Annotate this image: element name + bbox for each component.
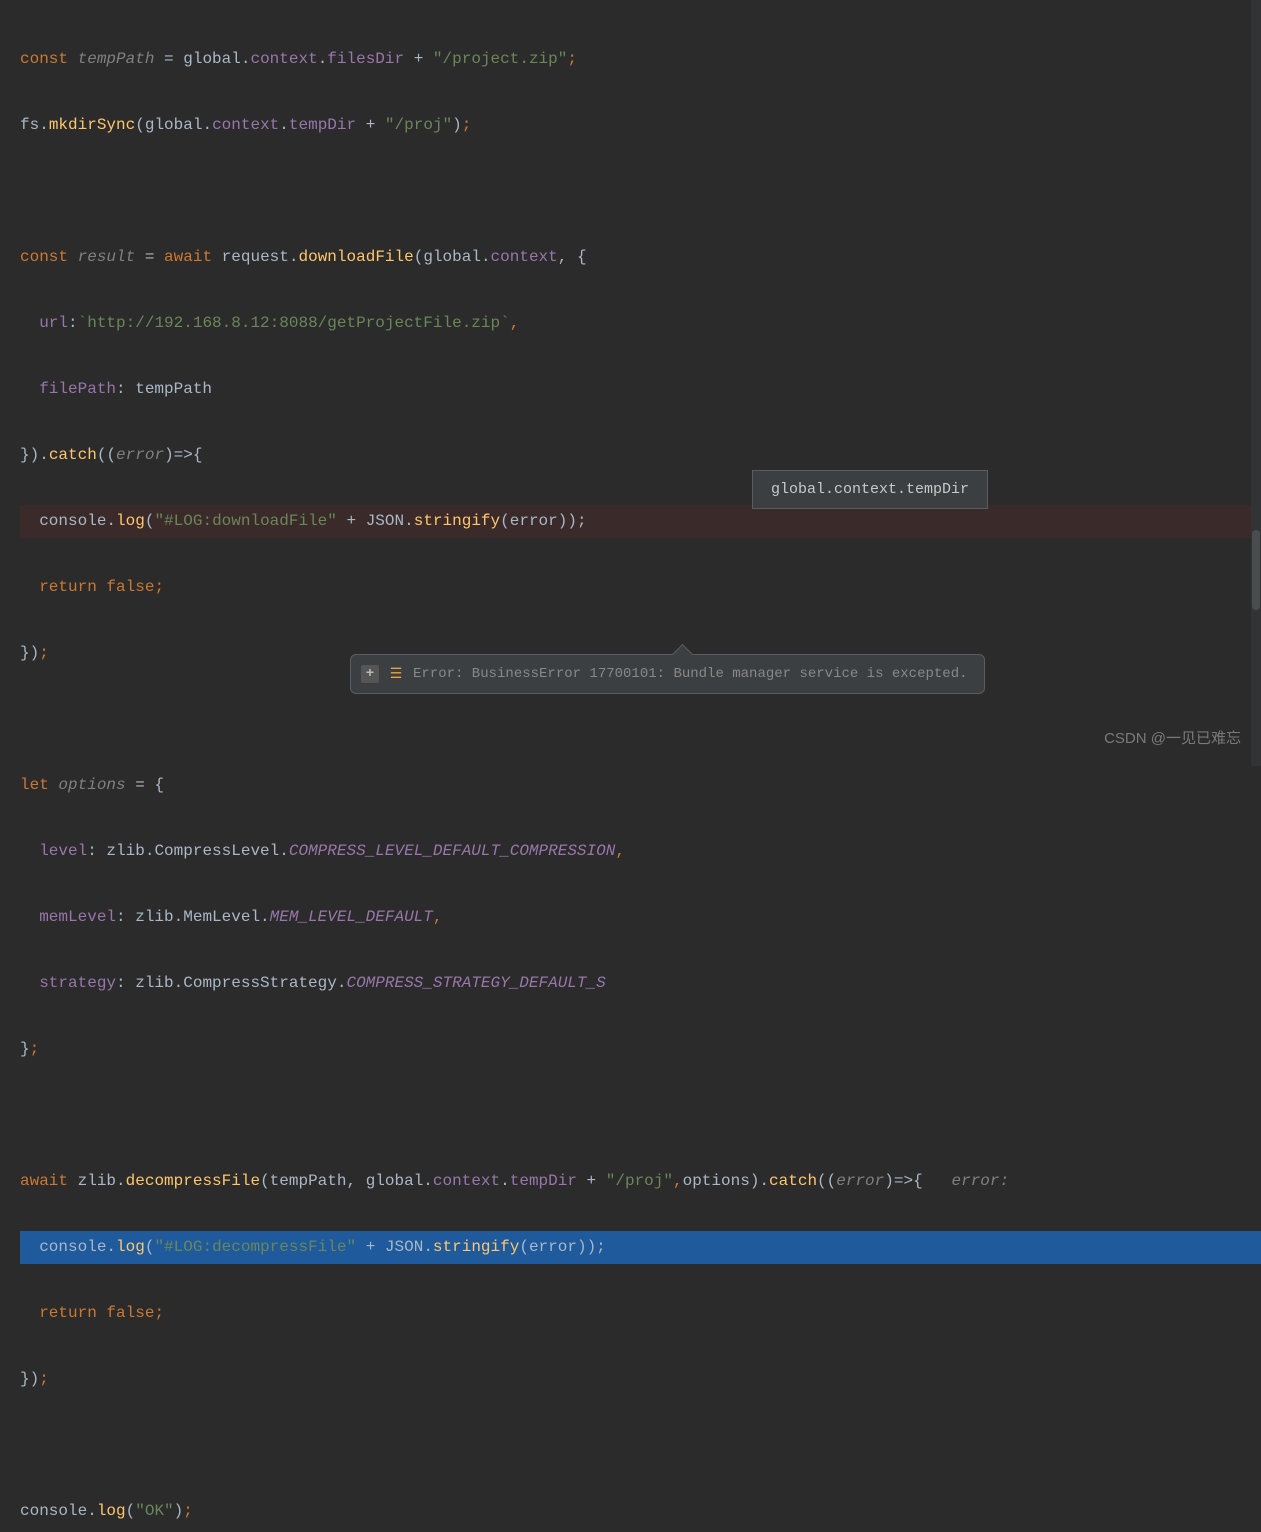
code-line[interactable]: memLevel: zlib.MemLevel.MEM_LEVEL_DEFAUL… [20,901,1261,934]
code-line-error-highlight[interactable]: console.log("#LOG:downloadFile" + JSON.s… [20,505,1261,538]
plus-icon[interactable]: + [361,665,379,683]
parameter: error [836,1172,884,1190]
error-tooltip[interactable]: + ☰ Error: BusinessError 17700101: Bundl… [350,654,985,694]
watermark: CSDN @一见已难忘 [1104,727,1241,748]
constant: COMPRESS_LEVEL_DEFAULT_COMPRESSION [289,842,615,860]
inlay-hint: error: [923,1172,1009,1190]
property: context [212,116,279,134]
property: filesDir [327,50,404,68]
parameter: error [116,446,164,464]
code-line[interactable]: return false; [20,1297,1261,1330]
code-editor[interactable]: const tempPath = global.context.filesDir… [0,0,1261,1532]
code-line[interactable]: }; [20,1033,1261,1066]
function: decompressFile [126,1172,260,1190]
identifier: fs [20,116,39,134]
string: "/project.zip" [433,50,567,68]
code-line[interactable]: return false; [20,571,1261,604]
keyword: return [39,578,97,596]
function: log [97,1502,126,1520]
keyword: await [20,1172,68,1190]
function: downloadFile [299,248,414,266]
function: mkdirSync [49,116,135,134]
code-line[interactable]: const result = await request.downloadFil… [20,241,1261,274]
property: memLevel [39,908,116,926]
string: "OK" [135,1502,173,1520]
scrollbar-track[interactable] [1251,0,1261,766]
code-line-empty[interactable] [20,703,1261,736]
property: context [250,50,317,68]
constant: COMPRESS_STRATEGY_DEFAULT_S [346,974,605,992]
keyword: const [20,50,68,68]
property: filePath [39,380,116,398]
code-line[interactable]: const tempPath = global.context.filesDir… [20,43,1261,76]
variable-def: result [78,248,136,266]
code-line-selection[interactable]: console.log("#LOG:decompressFile" + JSON… [20,1231,1261,1264]
code-line[interactable]: strategy: zlib.CompressStrategy.COMPRESS… [20,967,1261,1000]
string: "#LOG:decompressFile" [154,1238,356,1256]
variable-def: tempPath [78,50,155,68]
code-line[interactable]: url:`http://192.168.8.12:8088/getProject… [20,307,1261,340]
code-line[interactable]: level: zlib.CompressLevel.COMPRESS_LEVEL… [20,835,1261,868]
function: catch [49,446,97,464]
code-line[interactable]: await zlib.decompressFile(tempPath, glob… [20,1165,1261,1198]
tooltip-text: global.context.tempDir [771,481,969,498]
code-line[interactable]: }).catch((error)=>{ [20,439,1261,472]
property: tempDir [289,116,356,134]
identifier: global [183,50,241,68]
property: level [39,842,87,860]
string: "/proj" [385,116,452,134]
function: log [116,1238,145,1256]
scrollbar-thumb[interactable] [1252,530,1260,610]
keyword: return [39,1304,97,1322]
keyword: false [106,1304,154,1322]
error-tooltip-text: Error: BusinessError 17700101: Bundle ma… [413,666,968,682]
keyword: const [20,248,68,266]
constant: MEM_LEVEL_DEFAULT [270,908,433,926]
code-line[interactable]: fs.mkdirSync(global.context.tempDir + "/… [20,109,1261,142]
function: log [116,512,145,530]
code-line[interactable]: }); [20,1363,1261,1396]
function: catch [769,1172,817,1190]
keyword: await [164,248,212,266]
code-line-empty[interactable] [20,175,1261,208]
code-line-empty[interactable] [20,1099,1261,1132]
keyword: let [20,776,49,794]
hover-tooltip: global.context.tempDir [752,470,988,509]
function: stringify [414,512,500,530]
string: "#LOG:downloadFile" [154,512,336,530]
code-line[interactable]: let options = { [20,769,1261,802]
property: url [39,314,68,332]
list-icon[interactable]: ☰ [387,665,405,683]
code-line-empty[interactable] [20,1429,1261,1462]
function: stringify [433,1238,519,1256]
string: "/proj" [606,1172,673,1190]
variable-def: options [58,776,125,794]
property: strategy [39,974,116,992]
code-line[interactable]: console.log("OK"); [20,1495,1261,1528]
keyword: false [106,578,154,596]
code-line[interactable]: filePath: tempPath [20,373,1261,406]
string: `http://192.168.8.12:8088/getProjectFile… [78,314,510,332]
